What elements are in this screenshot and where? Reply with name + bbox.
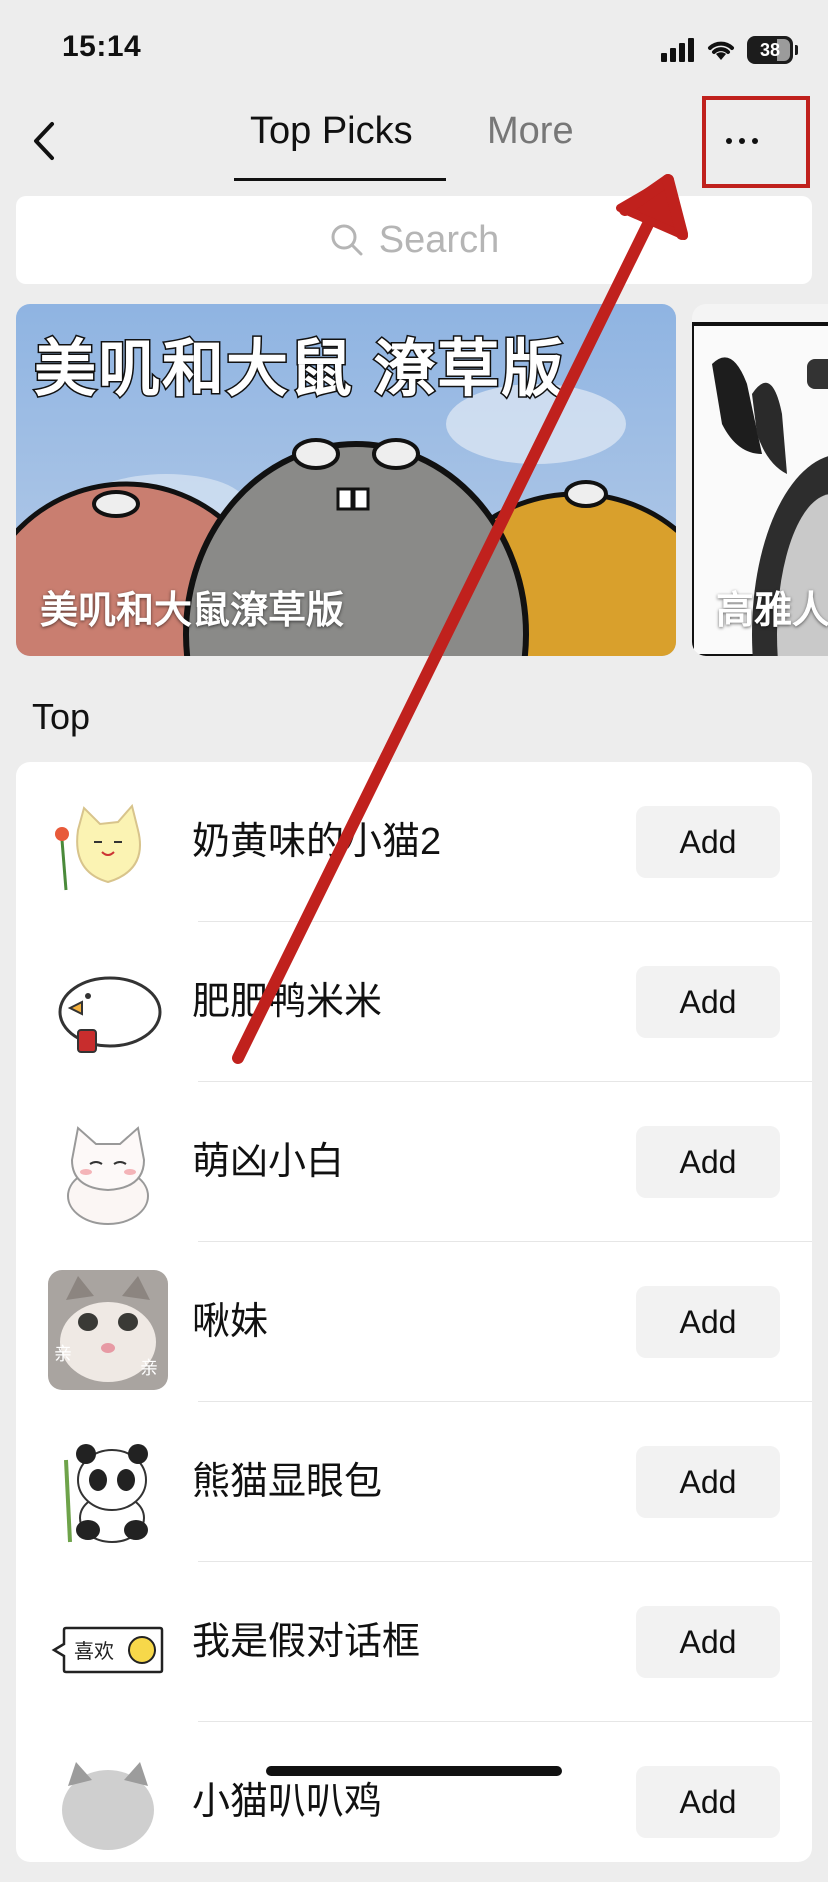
list-item[interactable]: 小猫叭叭鸡 Add <box>16 1722 812 1882</box>
home-indicator <box>266 1766 562 1776</box>
back-chevron-icon[interactable] <box>24 116 66 166</box>
add-button[interactable]: Add <box>636 1126 780 1198</box>
pack-name: 萌凶小白 <box>192 1141 345 1183</box>
pack-name: 啾妹 <box>192 1301 269 1343</box>
banner-title-art: 美叽和大鼠 潦草版 <box>32 334 566 406</box>
panda-sticker-icon <box>64 1444 148 1543</box>
list-item[interactable]: 肥肥鸭米米 Add <box>16 922 812 1082</box>
pack-name: 熊猫显眼包 <box>192 1461 383 1503</box>
status-time: 15:14 <box>62 30 142 63</box>
add-button[interactable]: Add <box>636 1766 780 1838</box>
battery-icon: 38 <box>747 36 793 64</box>
list-item[interactable]: 奶黄味的小猫2 Add <box>16 762 812 922</box>
active-tab-indicator <box>234 178 446 181</box>
banner-card[interactable]: 高雅人 <box>692 304 828 656</box>
list-item[interactable]: 萌凶小白 Add <box>16 1082 812 1242</box>
sticker-pack-list: 奶黄味的小猫2 Add 肥肥鸭米米 Add 萌凶小白 Add 亲 亲 啾妹 Ad… <box>16 762 812 1862</box>
list-item[interactable]: 熊猫显眼包 Add <box>16 1402 812 1562</box>
cat-sticker-icon <box>62 1762 154 1850</box>
list-item[interactable]: 亲 亲 啾妹 Add <box>16 1242 812 1402</box>
tab-more[interactable]: More <box>487 110 574 153</box>
add-button[interactable]: Add <box>636 1446 780 1518</box>
white-duck-sticker-icon <box>58 976 162 1053</box>
pack-name: 小猫叭叭鸡 <box>192 1781 383 1823</box>
list-item[interactable]: 喜欢 我是假对话框 Add <box>16 1562 812 1722</box>
signal-icon <box>661 38 694 62</box>
search-icon <box>331 224 363 256</box>
pack-name: 奶黄味的小猫2 <box>192 821 442 863</box>
search-placeholder: Search <box>378 218 500 261</box>
banner-card[interactable]: 美叽和大鼠 潦草版 美叽和大鼠潦草版 <box>16 304 676 656</box>
status-icons: 38 <box>661 32 798 68</box>
banner-caption: 高雅人 <box>716 590 828 632</box>
add-button[interactable]: Add <box>636 806 780 878</box>
wifi-icon <box>708 41 734 60</box>
pack-name: 我是假对话框 <box>192 1621 421 1663</box>
yellow-cat-sticker-icon <box>55 803 141 891</box>
cat-photo-sticker-icon: 亲 亲 <box>48 1270 168 1390</box>
svg-text:亲: 亲 <box>140 1358 158 1379</box>
speech-bubble-sticker-icon: 喜欢 <box>51 1626 164 1674</box>
section-title: Top <box>32 696 91 737</box>
white-cat-sticker-icon <box>67 1126 149 1225</box>
add-button[interactable]: Add <box>636 1286 780 1358</box>
add-button[interactable]: Add <box>636 966 780 1038</box>
svg-text:喜欢: 喜欢 <box>74 1639 114 1663</box>
tab-top-picks[interactable]: Top Picks <box>250 110 413 153</box>
banner-caption: 美叽和大鼠潦草版 <box>40 590 345 632</box>
add-button[interactable]: Add <box>636 1606 780 1678</box>
pack-name: 肥肥鸭米米 <box>192 981 383 1023</box>
annotation-highlight-box <box>702 96 810 188</box>
svg-text:亲: 亲 <box>54 1344 72 1365</box>
search-input[interactable]: Search <box>16 196 812 284</box>
